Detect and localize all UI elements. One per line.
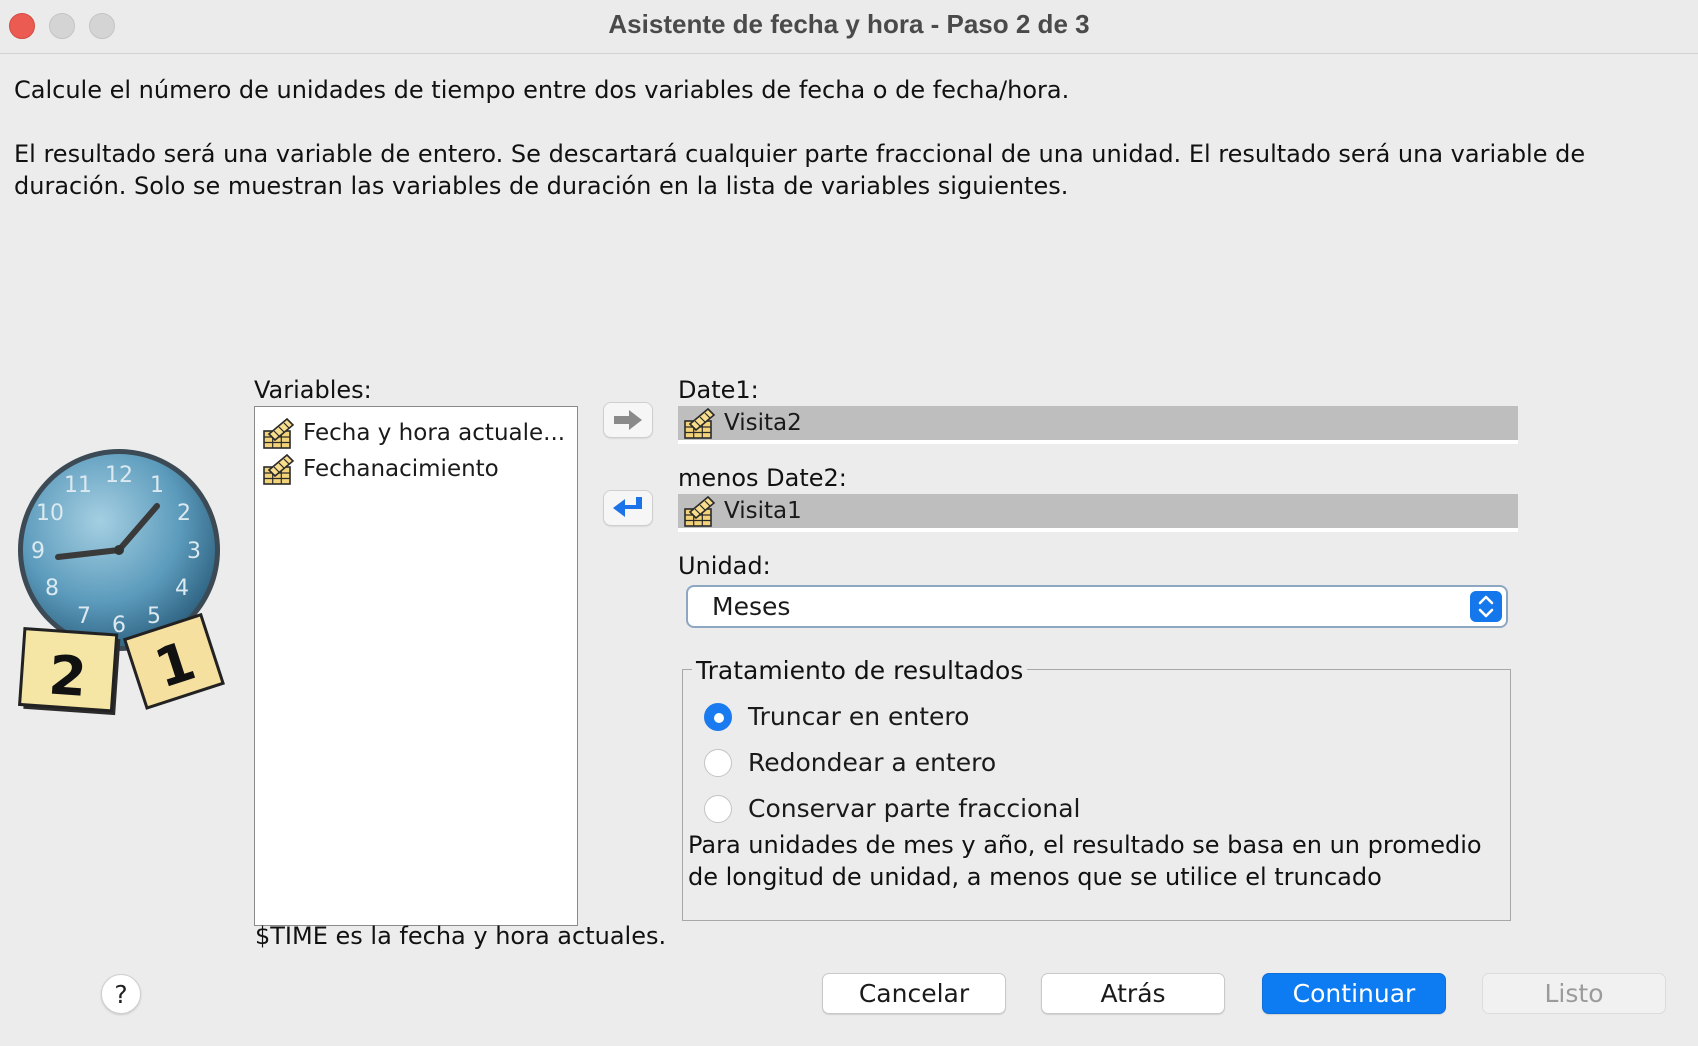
unit-select-value: Meses <box>712 592 791 621</box>
list-item[interactable]: Fechanacimiento <box>263 451 499 487</box>
svg-text:2: 2 <box>177 501 191 526</box>
date-time-wizard-clock-icon: 12 1 2 3 4 5 6 7 8 9 10 11 2 1 <box>18 449 225 716</box>
arrow-left-icon <box>613 497 642 517</box>
svg-text:1: 1 <box>150 473 164 498</box>
help-button[interactable]: ? <box>101 974 141 1014</box>
date1-label: Date1: <box>678 376 759 404</box>
date-variable-icon <box>684 406 718 440</box>
svg-text:11: 11 <box>64 473 92 498</box>
date-variable-icon <box>684 494 718 528</box>
svg-text:2: 2 <box>47 643 89 708</box>
unit-select[interactable]: Meses <box>686 585 1508 628</box>
radio-unselected-icon <box>704 748 732 777</box>
up-down-chevron-icon <box>1470 591 1502 622</box>
month-year-note: Para unidades de mes y año, el resultado… <box>688 831 1482 891</box>
date1-field[interactable]: Visita2 <box>678 406 1518 444</box>
radio-keep-fractional[interactable]: Conservar parte fraccional <box>704 794 1080 823</box>
svg-text:7: 7 <box>77 604 91 629</box>
date-variable-icon <box>263 452 297 486</box>
radio-truncate-label: Truncar en entero <box>748 702 970 731</box>
variables-label: Variables: <box>254 376 372 404</box>
window-title: Asistente de fecha y hora - Paso 2 de 3 <box>608 9 1090 39</box>
date-variable-icon <box>263 416 297 450</box>
radio-keep-fractional-label: Conservar parte fraccional <box>748 794 1081 823</box>
result-treatment-legend: Tratamiento de resultados <box>692 656 1028 685</box>
svg-text:3: 3 <box>187 539 201 564</box>
cancel-button[interactable]: Cancelar <box>822 973 1006 1014</box>
list-item-label: Fecha y hora actuale... <box>303 420 566 446</box>
back-button[interactable]: Atrás <box>1041 973 1225 1014</box>
done-button: Listo <box>1482 973 1666 1014</box>
svg-text:4: 4 <box>175 576 189 601</box>
description-line-2: El resultado será una variable de entero… <box>14 140 1586 200</box>
svg-text:10: 10 <box>36 501 64 526</box>
radio-truncate[interactable]: Truncar en entero <box>704 702 969 731</box>
radio-unselected-icon <box>704 794 732 823</box>
svg-text:9: 9 <box>31 539 45 564</box>
list-item-label: Fechanacimiento <box>303 456 499 482</box>
radio-round[interactable]: Redondear a entero <box>704 748 996 777</box>
move-to-date1-button[interactable] <box>603 402 653 438</box>
svg-text:5: 5 <box>147 604 161 629</box>
arrow-right-icon <box>614 410 642 430</box>
svg-text:12: 12 <box>105 463 133 488</box>
title-bar: Asistente de fecha y hora - Paso 2 de 3 <box>0 0 1698 54</box>
time-footnote: $TIME es la fecha y hora actuales. <box>255 922 667 950</box>
radio-round-label: Redondear a entero <box>748 748 997 777</box>
date2-value: Visita1 <box>724 498 802 524</box>
date1-value: Visita2 <box>724 410 802 436</box>
svg-text:8: 8 <box>45 576 59 601</box>
date2-label: menos Date2: <box>678 464 847 492</box>
radio-selected-icon <box>704 702 732 731</box>
list-item[interactable]: Fecha y hora actuale... <box>263 415 565 451</box>
date2-field[interactable]: Visita1 <box>678 494 1518 532</box>
continue-button[interactable]: Continuar <box>1262 973 1446 1014</box>
variables-list[interactable]: Fecha y hora actuale... Fechanacimiento <box>254 406 578 926</box>
description-line-1: Calcule el número de unidades de tiempo … <box>14 76 1070 104</box>
unit-label: Unidad: <box>678 552 771 580</box>
move-from-date2-button[interactable] <box>603 490 653 526</box>
